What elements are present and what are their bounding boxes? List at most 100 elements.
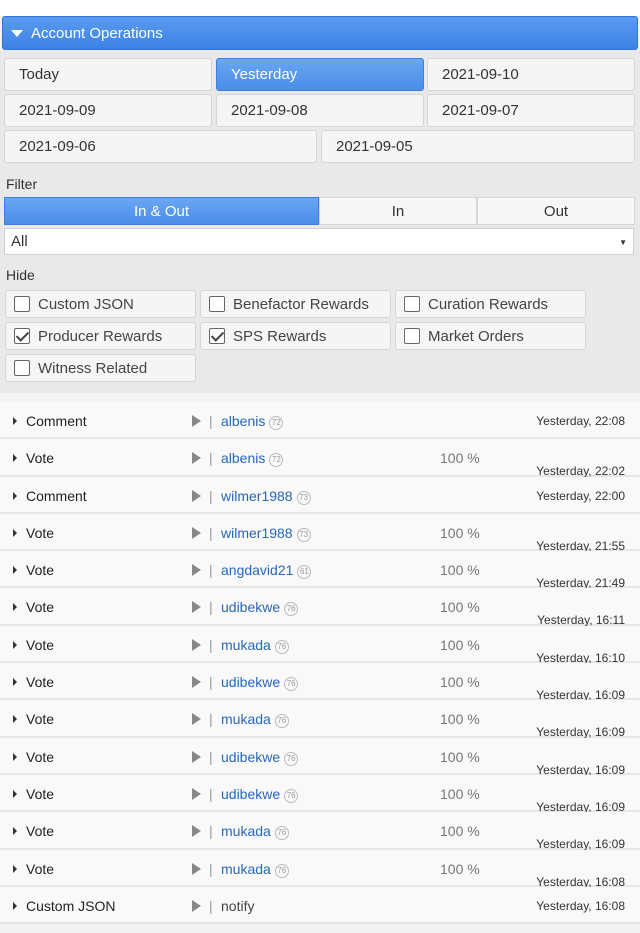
separator: |	[209, 413, 213, 429]
reputation-badge: 76	[274, 639, 289, 654]
play-icon[interactable]	[192, 415, 201, 427]
expand-arrow-icon[interactable]	[13, 678, 17, 687]
account-operations-header[interactable]: Account Operations	[2, 16, 638, 50]
play-icon[interactable]	[192, 638, 201, 651]
operation-row[interactable]: Vote | mukada 76 100 % Yesterday, 16:10	[0, 625, 640, 665]
username: angdavid21	[221, 562, 294, 579]
hide-curation-rewards-checkbox[interactable]: Curation Rewards	[395, 290, 586, 318]
operation-type-select[interactable]: All ▼	[4, 228, 634, 255]
segment-in-out[interactable]: In & Out	[4, 197, 319, 225]
operation-row[interactable]: Comment | albenis 72 Yesterday, 22:08	[0, 402, 640, 440]
operation-type: Vote	[26, 748, 55, 765]
user-link[interactable]: albenis 72	[221, 450, 284, 468]
expand-arrow-icon[interactable]	[13, 789, 17, 798]
operation-row[interactable]: Vote | udibekwe 76 100 % Yesterday, 16:09	[0, 737, 640, 777]
operation-type: Vote	[26, 599, 55, 616]
operation-row[interactable]: Vote | udibekwe 76 100 % Yesterday, 16:11	[0, 588, 640, 627]
play-icon[interactable]	[192, 825, 201, 838]
date-2021-09-08-button[interactable]: 2021-09-08	[216, 94, 424, 127]
play-icon[interactable]	[192, 676, 201, 689]
user-link[interactable]: udibekwe 76	[221, 749, 299, 766]
separator: |	[209, 711, 213, 728]
select-value: All	[11, 233, 28, 250]
user-link[interactable]: wilmer1988 73	[221, 525, 311, 542]
operation-row[interactable]: Vote | mukada 76 100 % Yesterday, 16:09	[0, 700, 640, 739]
date-2021-09-05-button[interactable]: 2021-09-05	[321, 130, 635, 163]
operation-type: Vote	[26, 785, 55, 802]
expand-arrow-icon[interactable]	[13, 528, 17, 537]
user-link[interactable]: mukada 76	[221, 711, 289, 729]
hide-custom-json-checkbox[interactable]: Custom JSON	[5, 290, 196, 318]
play-icon[interactable]	[192, 899, 201, 912]
play-icon[interactable]	[192, 564, 201, 577]
segment-in[interactable]: In	[319, 197, 477, 225]
play-icon[interactable]	[192, 452, 201, 465]
user-link[interactable]: albenis 72	[221, 413, 284, 430]
operation-row[interactable]: Comment | wilmer1988 73 Yesterday, 22:00	[0, 476, 640, 514]
reputation-badge: 72	[269, 453, 284, 468]
reputation-badge: 76	[274, 863, 289, 878]
operation-row[interactable]: Vote | albenis 72 100 % Yesterday, 22:02	[0, 439, 640, 478]
expand-arrow-icon[interactable]	[13, 827, 17, 836]
user-link[interactable]: wilmer1988 73	[221, 488, 311, 505]
play-icon[interactable]	[192, 601, 201, 614]
vote-weight: 100 %	[440, 636, 480, 653]
separator: |	[209, 487, 213, 504]
separator: |	[209, 823, 213, 840]
operation-type: Vote	[26, 524, 55, 541]
hide-benefactor-rewards-checkbox[interactable]: Benefactor Rewards	[200, 290, 391, 318]
hide-sps-rewards-checkbox[interactable]: SPS Rewards	[200, 322, 391, 350]
expand-arrow-icon[interactable]	[13, 491, 17, 500]
expand-arrow-icon[interactable]	[13, 454, 17, 463]
hide-producer-rewards-checkbox[interactable]: Producer Rewards	[5, 322, 196, 350]
hide-witness-related-checkbox[interactable]: Witness Related	[5, 354, 196, 382]
hide-market-orders-checkbox[interactable]: Market Orders	[395, 322, 586, 350]
play-icon[interactable]	[192, 750, 201, 763]
user-link[interactable]: mukada 76	[221, 861, 289, 878]
date-2021-09-09-button[interactable]: 2021-09-09	[4, 94, 212, 127]
expand-arrow-icon[interactable]	[13, 864, 17, 873]
expand-arrow-icon[interactable]	[13, 417, 17, 425]
vote-weight: 100 %	[440, 748, 480, 765]
date-2021-09-10-button[interactable]: 2021-09-10	[427, 58, 635, 91]
play-icon[interactable]	[192, 713, 201, 726]
expand-arrow-icon[interactable]	[13, 566, 17, 575]
separator: |	[209, 785, 213, 802]
checkbox-label: Custom JSON	[38, 295, 134, 313]
username: wilmer1988	[221, 487, 293, 504]
username: albenis	[221, 413, 266, 429]
segment-out[interactable]: Out	[477, 197, 635, 225]
date-2021-09-07-button[interactable]: 2021-09-07	[427, 94, 635, 127]
user-link[interactable]: udibekwe 76	[221, 674, 299, 692]
vote-weight: 100 %	[440, 823, 480, 840]
date-2021-09-06-button[interactable]: 2021-09-06	[4, 130, 317, 163]
expand-arrow-icon[interactable]	[13, 901, 17, 910]
operation-row[interactable]: Vote | udibekwe 76 100 % Yesterday, 16:09	[0, 663, 640, 702]
user-link[interactable]: angdavid21 61	[221, 562, 312, 580]
operation-row[interactable]: Vote | udibekwe 76 100 % Yesterday, 16:09	[0, 774, 640, 814]
operation-row[interactable]: Vote | angdavid21 61 100 % Yesterday, 21:49	[0, 551, 640, 590]
play-icon[interactable]	[192, 489, 201, 502]
expand-arrow-icon[interactable]	[13, 640, 17, 649]
separator: |	[209, 524, 213, 541]
play-icon[interactable]	[192, 862, 201, 875]
operation-row[interactable]: Vote | wilmer1988 73 100 % Yesterday, 21:55	[0, 513, 640, 553]
user-link[interactable]: udibekwe 76	[221, 786, 299, 803]
dropdown-caret-icon: ▼	[619, 238, 627, 247]
operation-row[interactable]: Custom JSON | notify Yesterday, 16:08	[0, 886, 640, 925]
operation-row[interactable]: Vote | mukada 76 100 % Yesterday, 16:08	[0, 849, 640, 889]
checkbox-label: Curation Rewards	[428, 295, 549, 313]
expand-arrow-icon[interactable]	[13, 752, 17, 761]
operation-row[interactable]: Vote | mukada 76 100 % Yesterday, 16:09	[0, 812, 640, 851]
play-icon[interactable]	[192, 787, 201, 800]
play-icon[interactable]	[192, 526, 201, 539]
expand-arrow-icon[interactable]	[13, 603, 17, 612]
user-link[interactable]: mukada 76	[221, 637, 289, 654]
user-link[interactable]: mukada 76	[221, 823, 289, 841]
user-link[interactable]: udibekwe 76	[221, 599, 299, 617]
date-yesterday-button[interactable]: Yesterday	[216, 58, 424, 91]
vote-weight: 100 %	[440, 860, 480, 877]
checkbox-unchecked-icon	[404, 296, 420, 312]
expand-arrow-icon[interactable]	[13, 715, 17, 724]
date-today-button[interactable]: Today	[4, 58, 212, 91]
